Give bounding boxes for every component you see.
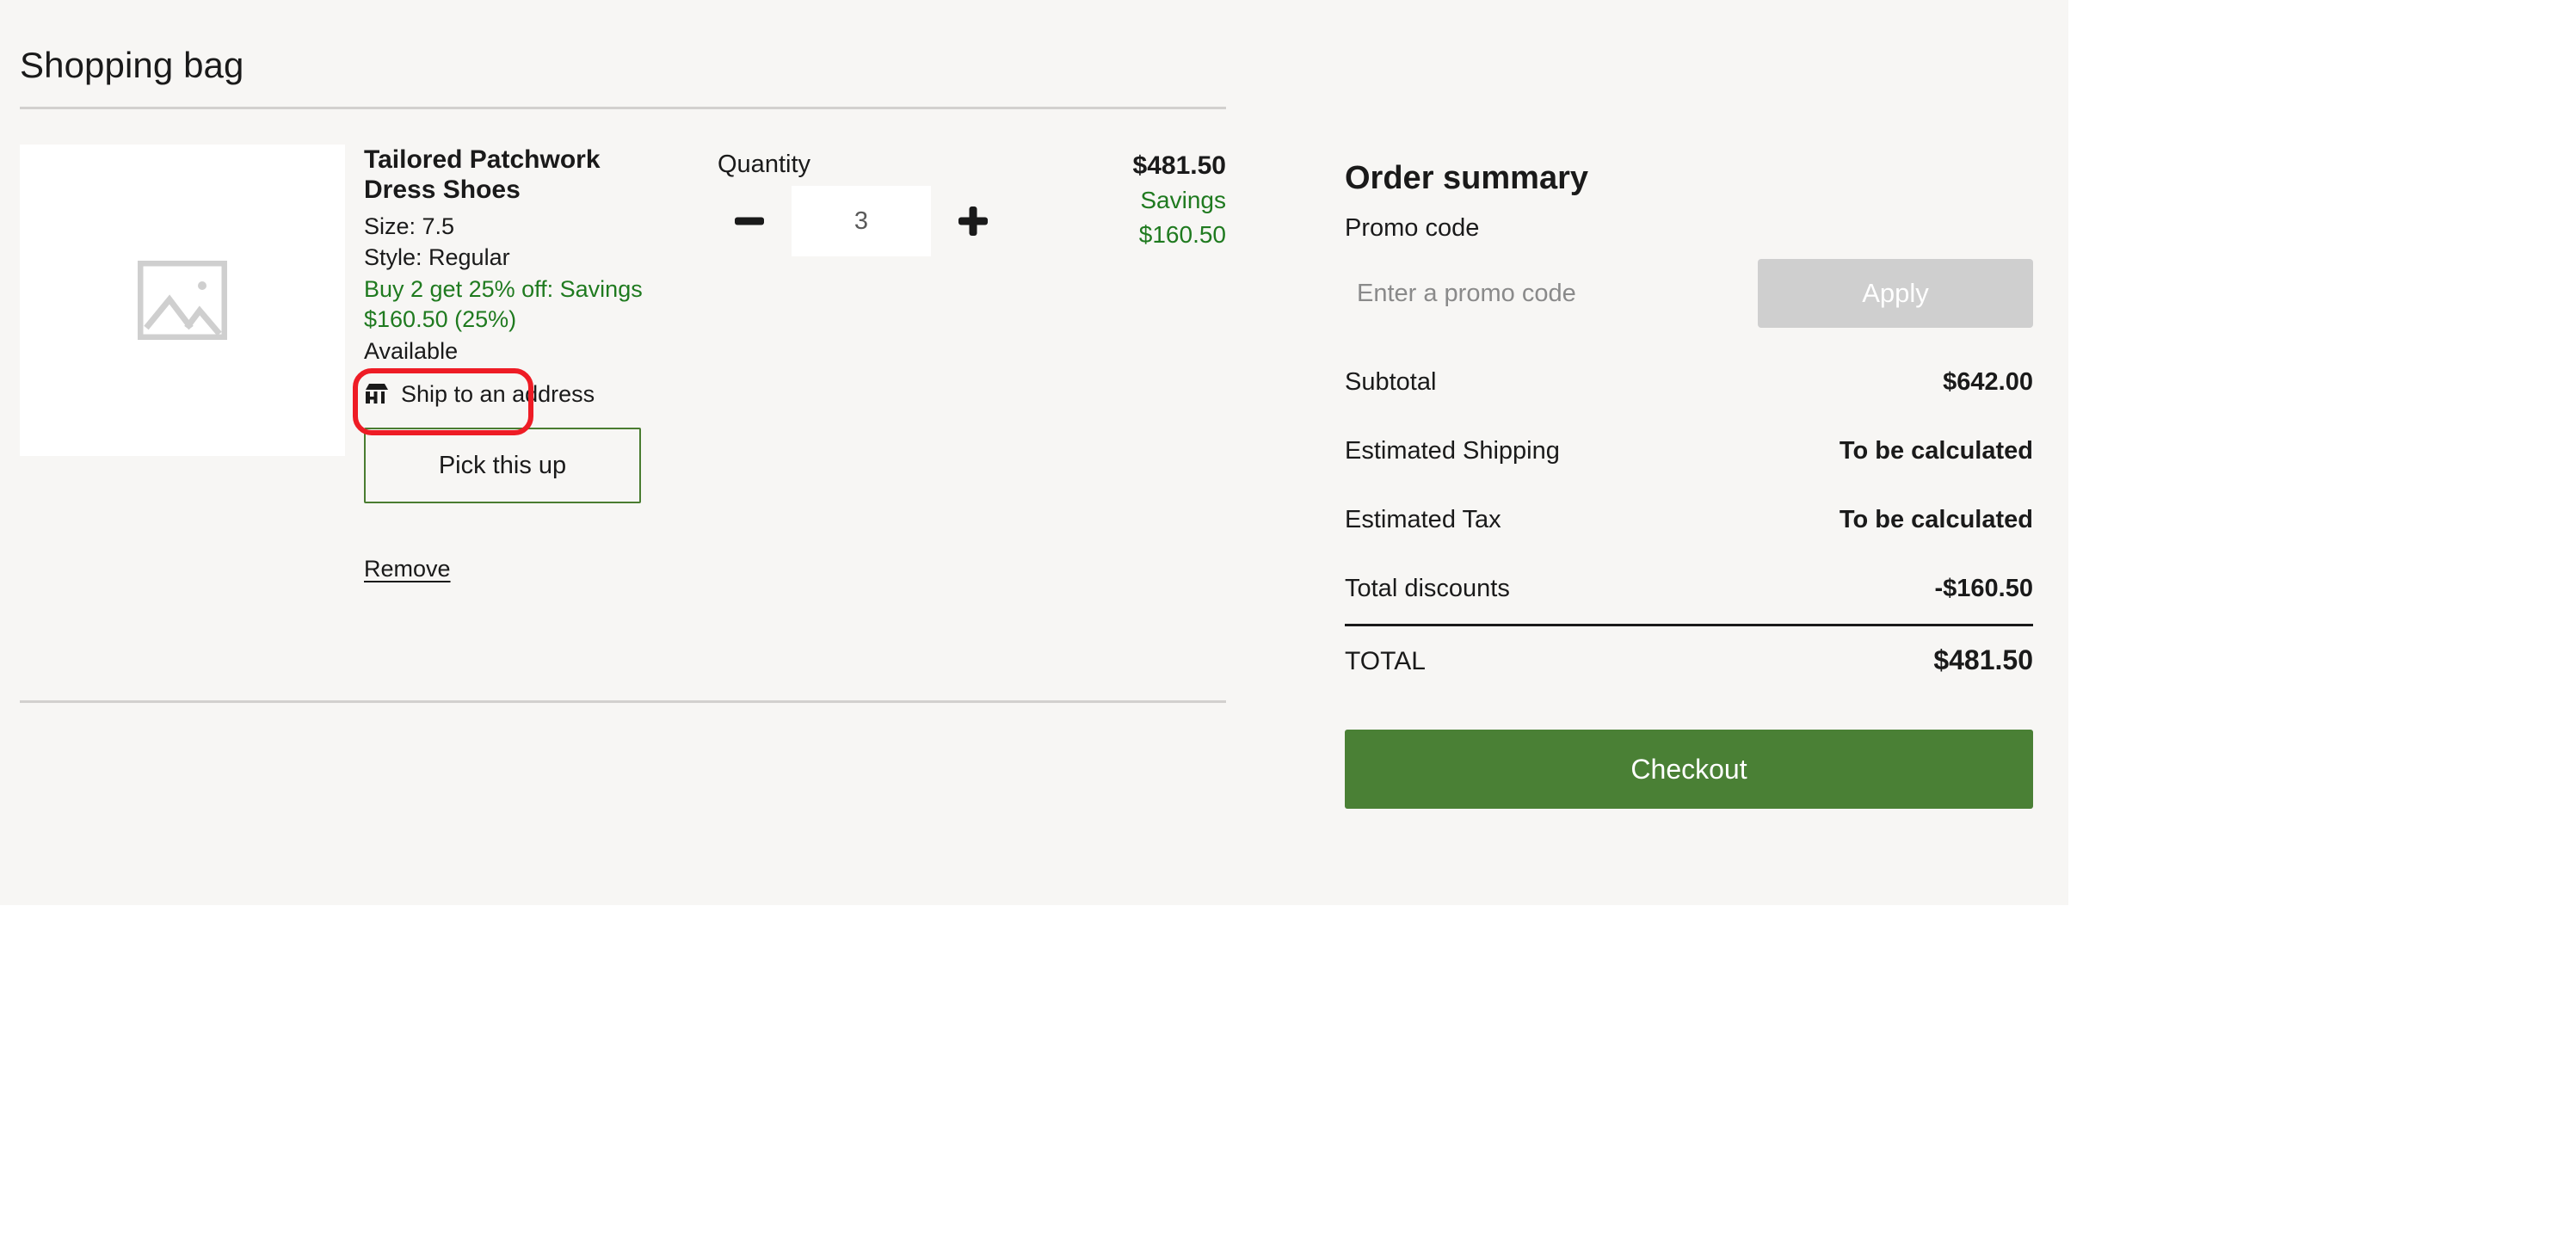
remove-item-link[interactable]: Remove xyxy=(364,556,451,582)
promo-code-label: Promo code xyxy=(1345,214,1480,242)
product-promotion: Buy 2 get 25% off: Savings $160.50 (25%) xyxy=(364,276,643,332)
product-style: Style: Regular xyxy=(364,243,510,270)
summary-value: $642.00 xyxy=(1943,368,2033,396)
quantity-stepper xyxy=(718,186,1005,256)
product-image-placeholder xyxy=(20,145,345,456)
quantity-label: Quantity xyxy=(718,151,810,178)
product-info: Tailored Patchwork Dress Shoes Size: 7.5… xyxy=(364,145,708,582)
minus-icon xyxy=(735,217,764,225)
summary-row-tax: Estimated Tax To be calculated xyxy=(1345,506,2033,534)
total-label: TOTAL xyxy=(1345,647,1426,675)
summary-value: To be calculated xyxy=(1839,506,2033,533)
product-availability: Available xyxy=(364,338,459,365)
header-divider xyxy=(20,107,1226,109)
fulfillment-row: Ship to an address xyxy=(364,381,708,408)
item-total-price: $481.50 xyxy=(1132,151,1226,180)
summary-row-shipping: Estimated Shipping To be calculated xyxy=(1345,437,2033,465)
total-value: $481.50 xyxy=(1933,644,2033,675)
summary-label: Estimated Tax xyxy=(1345,506,1501,533)
summary-value: -$160.50 xyxy=(1934,575,2034,602)
promo-code-input[interactable] xyxy=(1345,259,1758,328)
item-savings-value: $160.50 xyxy=(1138,220,1226,248)
shopping-bag-page: Shopping bag Tailored Patchwork Dress Sh… xyxy=(0,0,2068,905)
summary-row-subtotal: Subtotal $642.00 xyxy=(1345,368,2033,397)
summary-row-total: TOTAL $481.50 xyxy=(1345,644,2033,676)
quantity-input[interactable] xyxy=(792,186,931,256)
order-summary-title: Order summary xyxy=(1345,160,1589,196)
page-title: Shopping bag xyxy=(20,45,244,86)
summary-label: Total discounts xyxy=(1345,575,1510,602)
item-savings-label: Savings xyxy=(1140,187,1226,214)
summary-row-discounts: Total discounts -$160.50 xyxy=(1345,575,2033,603)
total-separator xyxy=(1345,624,2033,626)
summary-label: Subtotal xyxy=(1345,368,1437,396)
promo-code-row: Apply xyxy=(1345,259,2033,328)
item-divider xyxy=(20,700,1226,703)
product-size: Size: 7.5 xyxy=(364,213,455,239)
item-price-column: $481.50 Savings $160.50 xyxy=(981,151,1226,250)
store-icon xyxy=(366,383,388,404)
image-placeholder-icon xyxy=(138,261,227,340)
checkout-button[interactable]: Checkout xyxy=(1345,730,2033,809)
apply-promo-button[interactable]: Apply xyxy=(1758,259,2033,328)
summary-value: To be calculated xyxy=(1839,437,2033,465)
plus-icon-vertical xyxy=(969,206,977,236)
product-title: Tailored Patchwork Dress Shoes xyxy=(364,145,601,205)
pick-this-up-button[interactable]: Pick this up xyxy=(364,428,641,504)
fulfillment-label: Ship to an address xyxy=(401,381,595,408)
summary-label: Estimated Shipping xyxy=(1345,437,1560,465)
order-summary-panel: Order summary Promo code Apply Subtotal … xyxy=(1345,160,2033,809)
decrease-quantity-button[interactable] xyxy=(718,189,781,253)
